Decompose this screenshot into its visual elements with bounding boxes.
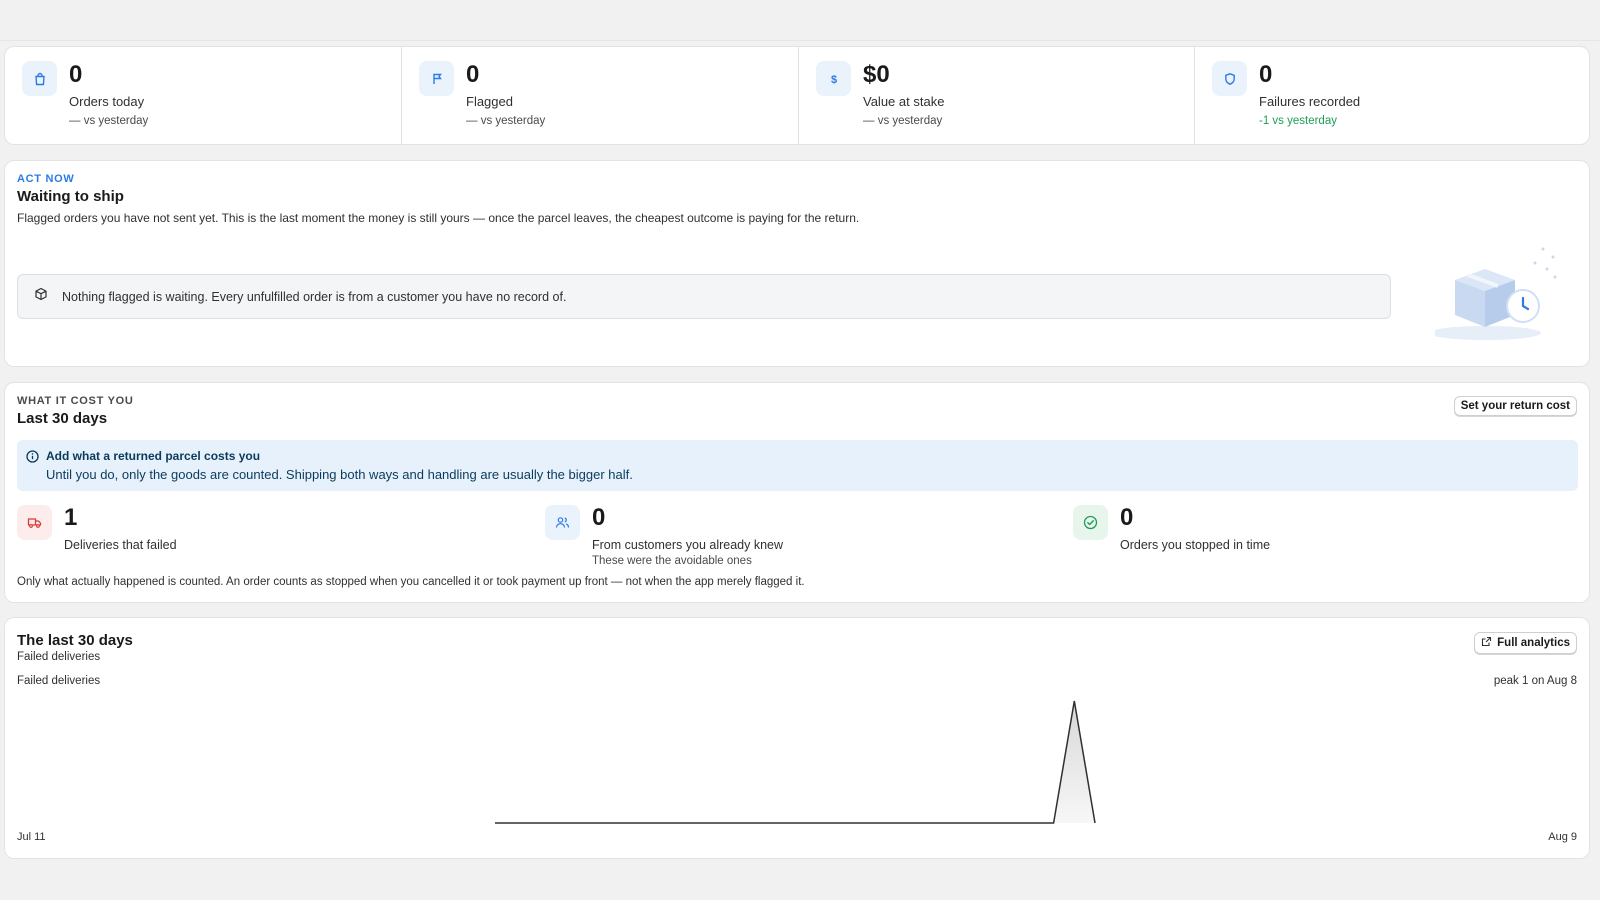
chart-series-line [495, 700, 1096, 824]
x-tick-end: Aug 9 [1548, 831, 1577, 843]
kpi-label: Flagged [466, 94, 513, 109]
kpi-row: 0 Orders today — vs yesterday 0 Flagged … [4, 46, 1590, 145]
top-bar [0, 0, 1600, 41]
kpi-value: 0 [1259, 61, 1273, 88]
section-title: Last 30 days [17, 410, 108, 427]
kpi-delta: — vs yesterday [863, 115, 943, 127]
metric-label: From customers you already knew [592, 538, 784, 552]
banner-title: Add what a returned parcel costs you [46, 449, 261, 463]
kpi-flagged: 0 Flagged — vs yesterday [402, 47, 799, 144]
dollar-icon: $ [816, 61, 851, 96]
info-icon [26, 450, 39, 468]
kpi-value: 0 [69, 61, 83, 88]
kpi-delta: — vs yesterday [466, 115, 546, 127]
cost-card: WHAT IT COST YOU Last 30 days Set your r… [4, 382, 1590, 603]
waiting-to-ship-card: ACT NOW Waiting to ship Flagged orders y… [4, 160, 1590, 367]
svg-text:$: $ [830, 74, 836, 86]
users-icon [545, 505, 580, 540]
trend-card: The last 30 days Failed deliveries Full … [4, 617, 1590, 859]
button-label: Set your return cost [1460, 400, 1570, 412]
kpi-delta: -1 vs yesterday [1259, 115, 1337, 127]
kpi-orders-today: 0 Orders today — vs yesterday [5, 47, 402, 144]
section-title: Waiting to ship [17, 188, 124, 205]
banner-body: Until you do, only the goods are counted… [46, 467, 633, 482]
metric-label: Orders you stopped in time [1120, 538, 1271, 552]
section-description: Flagged orders you have not sent yet. Th… [17, 211, 860, 225]
package-clock-illustration [1435, 247, 1557, 340]
section-eyebrow: WHAT IT COST YOU [17, 395, 134, 407]
set-return-cost-button[interactable]: Set your return cost [1453, 396, 1577, 416]
kpi-label: Failures recorded [1259, 94, 1361, 109]
shopping-bag-icon [22, 61, 57, 96]
metric-label: Deliveries that failed [64, 538, 177, 552]
kpi-value: 0 [466, 61, 480, 88]
empty-state: Nothing flagged is waiting. Every unfulf… [17, 274, 1391, 319]
empty-state-message: Nothing flagged is waiting. Every unfulf… [62, 289, 567, 304]
kpi-delta: — vs yesterday [69, 115, 149, 127]
flag-icon [419, 61, 454, 96]
metric-sublabel: These were the avoidable ones [592, 555, 752, 567]
kpi-failures-recorded: 0 Failures recorded -1 vs yesterday [1195, 47, 1589, 144]
chart-area [495, 701, 1095, 823]
check-circle-icon [1073, 505, 1108, 540]
metric-value: 0 [592, 504, 606, 531]
kpi-value-at-stake: $ $0 Value at stake — vs yesterday [799, 47, 1195, 144]
cost-footnote: Only what actually happened is counted. … [17, 576, 805, 588]
metric-value: 0 [1120, 504, 1134, 531]
shield-icon [1212, 61, 1247, 96]
kpi-label: Orders today [69, 94, 145, 109]
section-eyebrow: ACT NOW [17, 173, 75, 185]
package-icon [34, 287, 48, 306]
kpi-value: $0 [863, 61, 890, 88]
return-cost-banner: Add what a returned parcel costs you Unt… [17, 440, 1578, 491]
truck-icon [17, 505, 52, 540]
metric-value: 1 [64, 504, 78, 531]
failed-deliveries-chart [495, 700, 1096, 824]
kpi-label: Value at stake [863, 94, 945, 109]
x-tick-start: Jul 11 [17, 831, 46, 843]
